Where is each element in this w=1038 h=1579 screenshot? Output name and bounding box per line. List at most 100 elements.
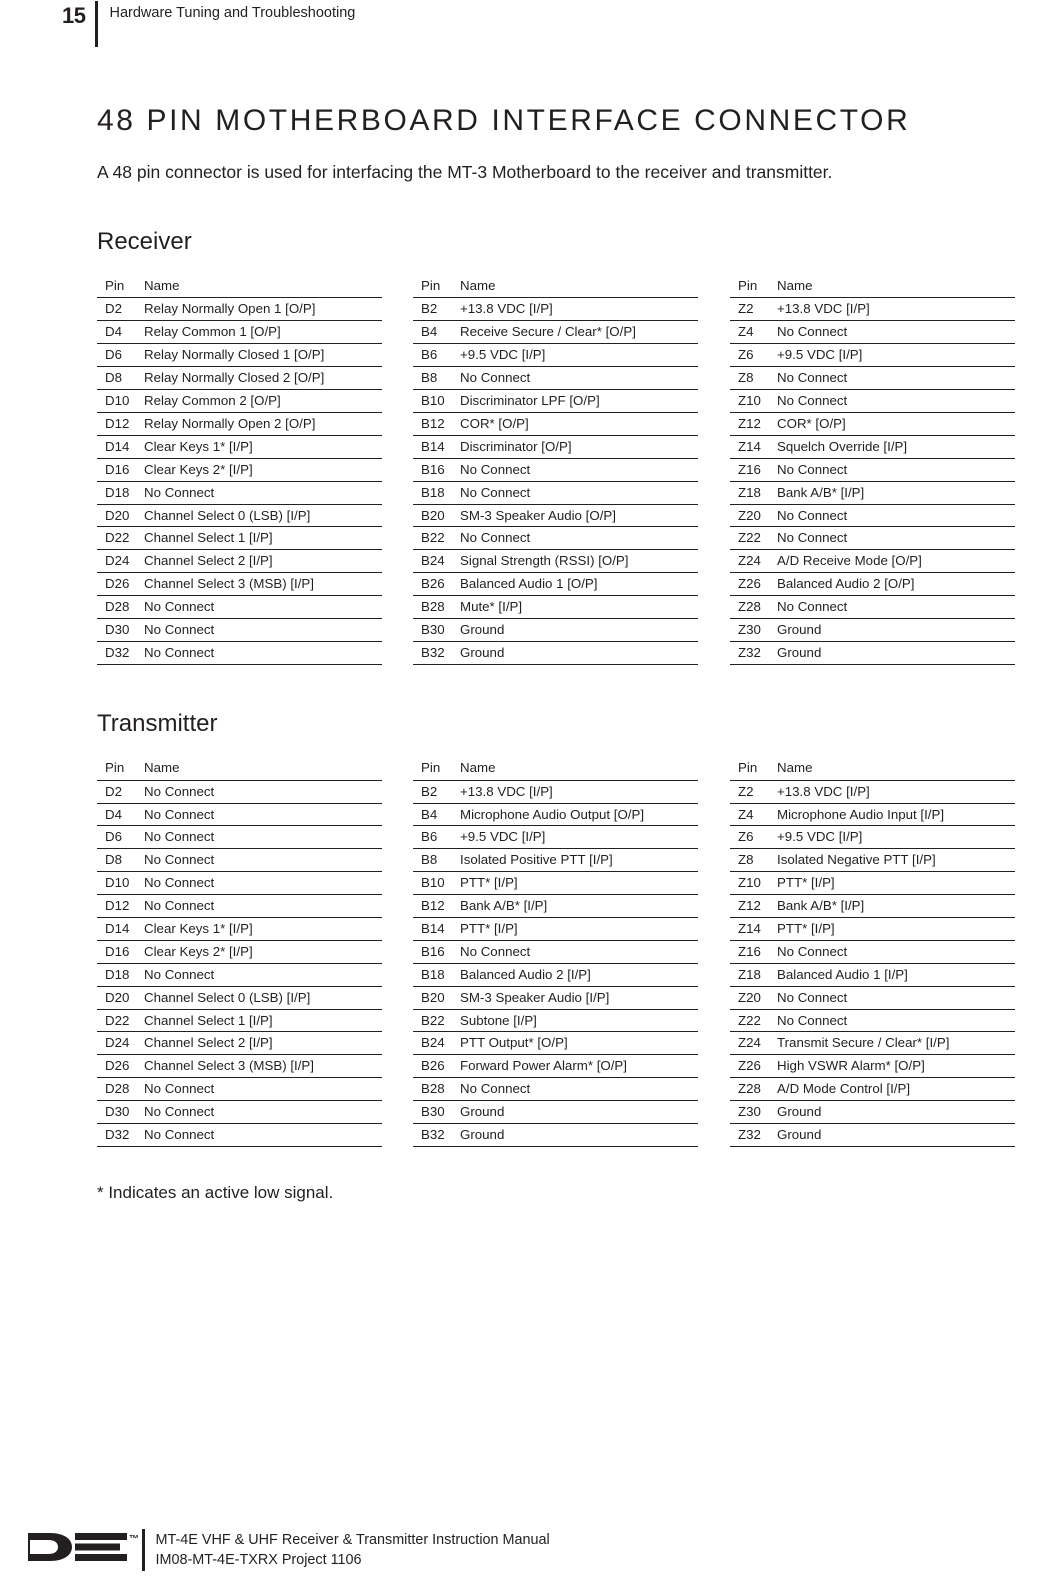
table-row: D8 No Connect [97,848,382,873]
table-row: D26 Channel Select 3 (MSB) [I/P] [97,572,382,597]
cell-pin: D10 [97,389,144,413]
cell-name: Bank A/B* [I/P] [460,894,698,918]
table-row: D26 Channel Select 3 (MSB) [I/P] [97,1054,382,1079]
cell-pin: Z2 [730,297,777,322]
table-row: B32 Ground [413,1123,698,1147]
cell-name: COR* [O/P] [460,412,698,436]
cell-pin: Z20 [730,504,777,528]
cell-pin: Z28 [730,1077,777,1102]
cell-pin: Z24 [730,549,777,574]
table-header-row: Pin Name [730,756,1015,781]
cell-name: Relay Common 2 [O/P] [144,389,382,413]
cell-pin: Z22 [730,526,777,551]
table-row: Z32 Ground [730,641,1015,665]
cell-name: No Connect [144,894,382,918]
cell-pin: D2 [97,780,144,804]
cell-name: No Connect [777,940,1015,964]
table-row: D4 Relay Common 1 [O/P] [97,320,382,345]
table-row: D8 Relay Normally Closed 2 [O/P] [97,366,382,391]
cell-name: Microphone Audio Input [I/P] [777,803,1015,827]
table-row: D4 No Connect [97,803,382,827]
cell-pin: B4 [413,320,460,345]
table-row: Z32 Ground [730,1123,1015,1147]
cell-name: No Connect [777,320,1015,345]
cell-pin: Z26 [730,572,777,597]
table-row: D14 Clear Keys 1* [I/P] [97,435,382,459]
cell-pin: D28 [97,1077,144,1102]
cell-name: Bank A/B* [I/P] [777,894,1015,918]
table-row: D24 Channel Select 2 [I/P] [97,1031,382,1056]
column-header-name: Name [460,274,698,299]
cell-name: Relay Normally Open 1 [O/P] [144,297,382,322]
cell-pin: B30 [413,1100,460,1124]
table-row: D30 No Connect [97,618,382,642]
cell-name: Clear Keys 1* [I/P] [144,435,382,459]
page-footer: ™ MT-4E VHF & UHF Receiver & Transmitter… [28,1527,550,1571]
cell-pin: D30 [97,618,144,642]
cell-name: Balanced Audio 2 [I/P] [460,963,698,987]
cell-pin: B16 [413,458,460,482]
table-row: Z26 Balanced Audio 2 [O/P] [730,572,1015,597]
column-header-pin: Pin [97,756,144,781]
table-row: D30 No Connect [97,1100,382,1124]
receiver-z-column: Pin Name Z2 +13.8 VDC [I/P] Z4 No Connect Z6… [697,274,1015,665]
table-row: D6 Relay Normally Closed 1 [O/P] [97,343,382,368]
cell-name: No Connect [144,1077,382,1102]
cell-name: Receive Secure / Clear* [O/P] [460,320,698,345]
cell-name: No Connect [144,780,382,804]
table-row: B2 +13.8 VDC [I/P] [413,780,698,804]
section-heading-transmitter: Transmitter [97,709,218,737]
table-row: B18 Balanced Audio 2 [I/P] [413,963,698,987]
page-number: 15 [62,3,86,28]
table-row: D2 No Connect [97,780,382,804]
cell-pin: D24 [97,1031,144,1056]
cell-name: Relay Normally Closed 1 [O/P] [144,343,382,368]
cell-name: +13.8 VDC [I/P] [777,297,1015,322]
table-row: B26 Forward Power Alarm* [O/P] [413,1054,698,1079]
cell-name: No Connect [144,1100,382,1124]
column-header-pin: Pin [413,274,460,299]
cell-name: Channel Select 1 [I/P] [144,1009,382,1033]
table-row: D2 Relay Normally Open 1 [O/P] [97,297,382,322]
cell-pin: Z2 [730,780,777,804]
table-row: Z20 No Connect [730,504,1015,528]
cell-name: Bank A/B* [I/P] [777,481,1015,505]
cell-pin: D22 [97,1009,144,1033]
cell-pin: B20 [413,504,460,528]
receiver-pin-tables: Pin Name D2 Relay Normally Open 1 [O/P] D4… [97,274,1015,665]
table-row: B28 Mute* [I/P] [413,595,698,619]
cell-name: Channel Select 3 (MSB) [I/P] [144,1054,382,1079]
table-row: B32 Ground [413,641,698,665]
cell-name: PTT* [I/P] [460,917,698,941]
pin-table-receiver-d: Pin Name D2 Relay Normally Open 1 [O/P] D4… [97,274,382,665]
table-row: B16 No Connect [413,940,698,964]
table-row: B10 Discriminator LPF [O/P] [413,389,698,413]
cell-name: No Connect [460,1077,698,1102]
cell-pin: D26 [97,1054,144,1079]
table-header-row: Pin Name [413,274,698,299]
cell-name: No Connect [144,618,382,642]
table-row: B14 Discriminator [O/P] [413,435,698,459]
page-content: 48 PIN MOTHERBOARD INTERFACE CONNECTOR A… [97,104,1015,1203]
cell-name: Transmit Secure / Clear* [I/P] [777,1031,1015,1056]
cell-name: No Connect [460,526,698,551]
cell-pin: D14 [97,917,144,941]
table-row: D18 No Connect [97,963,382,987]
cell-name: Channel Select 2 [I/P] [144,549,382,574]
cell-pin: B32 [413,641,460,665]
cell-name: PTT* [I/P] [460,871,698,896]
cell-name: Microphone Audio Output [O/P] [460,803,698,827]
cell-pin: B26 [413,572,460,597]
cell-pin: Z12 [730,894,777,918]
cell-name: Ground [460,1100,698,1124]
cell-name: Ground [777,641,1015,665]
table-header-row: Pin Name [413,756,698,781]
cell-pin: Z18 [730,963,777,987]
transmitter-z-column: Pin Name Z2 +13.8 VDC [I/P] Z4 Microphone A… [697,756,1015,1147]
table-row: Z16 No Connect [730,458,1015,482]
cell-pin: D20 [97,986,144,1010]
cell-pin: Z30 [730,618,777,642]
cell-pin: Z28 [730,595,777,619]
cell-name: No Connect [144,825,382,850]
cell-pin: D24 [97,549,144,574]
